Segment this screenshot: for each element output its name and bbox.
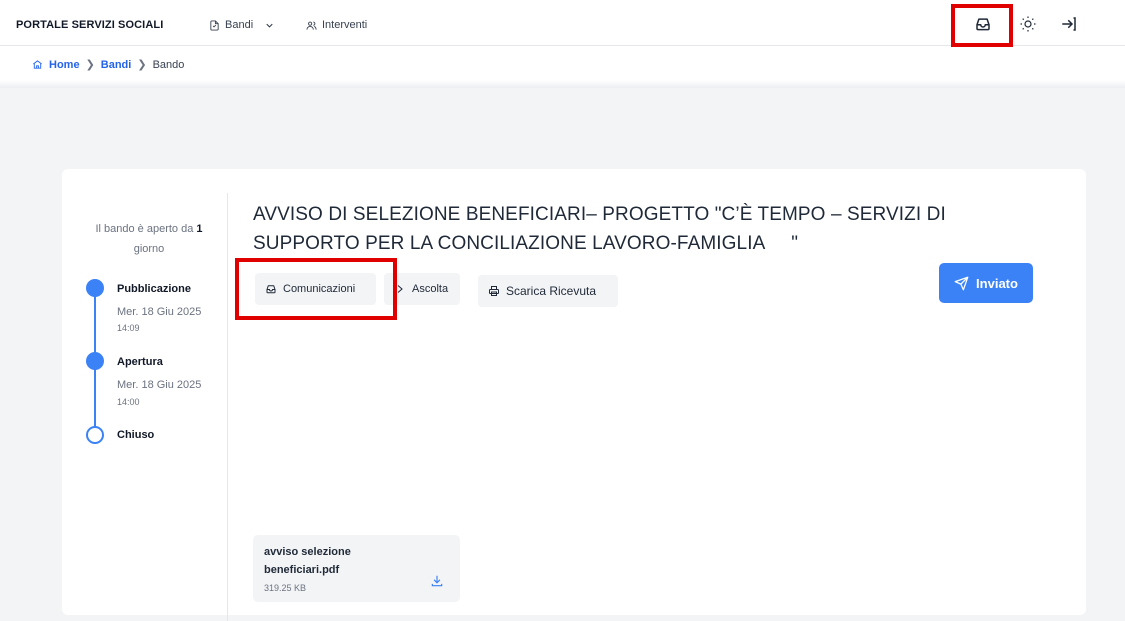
theme-toggle-button[interactable] — [1016, 12, 1040, 36]
timeline-time-pubblicazione: 14:09 — [117, 323, 140, 333]
timeline-time-apertura: 14:00 — [117, 397, 140, 407]
breadcrumb-bandi[interactable]: Bandi — [101, 59, 132, 71]
highlight-box-inbox — [951, 4, 1013, 47]
home-icon — [33, 60, 42, 69]
download-icon[interactable] — [430, 574, 444, 588]
printer-icon — [489, 286, 499, 296]
timeline-date-pubblicazione: Mer. 18 Giu 2025 — [117, 306, 202, 318]
nav-bandi-label: Bandi — [225, 19, 254, 31]
nav-bandi[interactable]: Bandi — [209, 19, 275, 31]
open-days: 1 — [196, 223, 203, 235]
open-prefix: Il bando è aperto da — [95, 223, 197, 235]
breadcrumb-home[interactable]: Home — [49, 59, 80, 71]
chevron-right-icon: ❯ — [85, 59, 95, 71]
inviato-label: Inviato — [976, 275, 1018, 291]
open-duration-text: Il bando è aperto da 1 giorno — [78, 219, 220, 259]
attachment-size: 319.25 KB — [264, 583, 307, 593]
card-divider — [227, 193, 228, 621]
nav-interventi-label: Interventi — [322, 19, 368, 31]
scarica-ricevuta-label: Scarica Ricevuta — [506, 284, 597, 298]
timeline-dot-apertura — [86, 352, 104, 370]
title-line-1: AVVISO DI SELEZIONE BENEFICIARI– PROGETT… — [253, 204, 946, 225]
nav-interventi[interactable]: Interventi — [306, 19, 367, 31]
scarica-ricevuta-button[interactable]: Scarica Ricevuta — [478, 275, 618, 307]
brand-title[interactable]: PORTALE SERVIZI SOCIALI — [16, 19, 163, 31]
chevron-down-icon — [266, 23, 273, 28]
chevron-right-icon: ❯ — [137, 59, 147, 71]
breadcrumb-current: Bando — [152, 58, 185, 71]
timeline-dot-chiuso — [86, 426, 104, 444]
ascolta-label: Ascolta — [412, 283, 449, 295]
open-suffix: giorno — [133, 243, 165, 255]
header-shadow — [0, 80, 1125, 88]
timeline-title-pubblicazione: Pubblicazione — [117, 283, 191, 295]
timeline-title-apertura: Apertura — [117, 356, 163, 368]
send-icon — [954, 276, 969, 290]
logout-button[interactable] — [1057, 12, 1081, 36]
attachment-card[interactable]: avviso selezione beneficiari.pdf 319.25 … — [253, 535, 460, 602]
highlight-box-comunicazioni — [235, 258, 397, 320]
inviato-button[interactable]: Inviato — [939, 263, 1033, 303]
page-title: AVVISO DI SELEZIONE BENEFICIARI– PROGETT… — [253, 200, 1013, 258]
attachment-name: avviso selezione beneficiari.pdf — [264, 546, 351, 576]
timeline-title-chiuso: Chiuso — [117, 429, 155, 441]
timeline-date-apertura: Mer. 18 Giu 2025 — [117, 379, 202, 391]
document-icon — [210, 19, 219, 31]
logout-icon — [1062, 17, 1076, 31]
title-line-2: SUPPORTO PER LA CONCILIAZIONE LAVORO-FAM… — [253, 233, 799, 254]
users-icon — [306, 21, 317, 30]
timeline-dot-pubblicazione — [86, 279, 104, 297]
breadcrumb: Home ❯ Bandi ❯ Bando — [32, 58, 184, 71]
sun-icon — [1020, 16, 1036, 32]
